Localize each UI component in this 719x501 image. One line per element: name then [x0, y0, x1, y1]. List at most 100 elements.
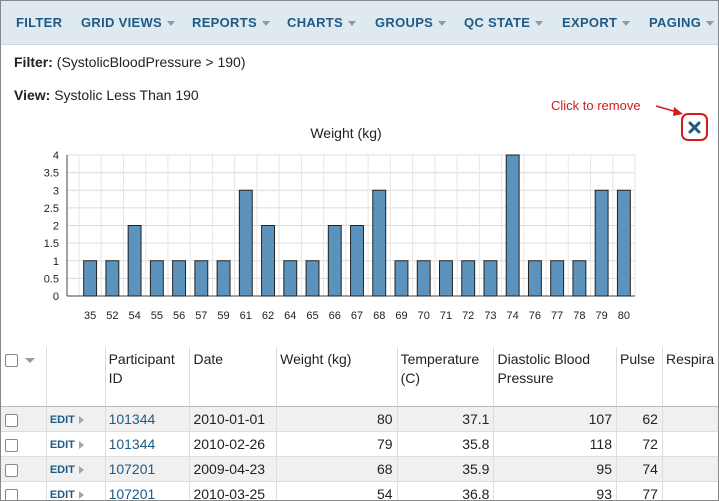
- date-cell: 2010-01-01: [189, 406, 278, 432]
- x-tick-label: 73: [484, 310, 496, 322]
- x-tick-label: 62: [262, 310, 274, 322]
- edit-link[interactable]: EDIT: [50, 439, 84, 451]
- column-header-weight[interactable]: Weight (kg): [276, 347, 398, 407]
- x-tick-label: 59: [217, 310, 229, 322]
- x-tick-label: 64: [284, 310, 296, 322]
- edit-label: EDIT: [49, 489, 75, 501]
- column-header-respiration[interactable]: Respira: [662, 347, 718, 407]
- bar-71: [439, 260, 453, 297]
- row-checkbox[interactable]: [5, 463, 18, 477]
- temperature-cell: 37.1: [397, 406, 495, 432]
- x-tick-label: 78: [573, 310, 585, 322]
- y-tick-label: 1.5: [44, 238, 59, 250]
- weight-cell: 80: [276, 406, 398, 432]
- y-tick-label: 4: [53, 150, 59, 162]
- x-tick-label: 70: [418, 310, 430, 322]
- respiration-cell: [662, 456, 718, 482]
- triangle-right-icon: [78, 416, 84, 425]
- column-header-pulse[interactable]: Pulse: [616, 347, 663, 407]
- edit-link[interactable]: EDIT: [49, 489, 84, 501]
- table-row: EDIT 107201 2010-03-25 54 36.8 93 77: [1, 481, 718, 501]
- weight-cell: 79: [276, 431, 398, 457]
- bar-73: [483, 260, 498, 297]
- temperature-cell: 35.9: [397, 456, 495, 482]
- column-header-participant-id[interactable]: Participant ID: [105, 347, 191, 407]
- table-row: EDIT 101344 2010-01-01 80 37.1 107 62: [1, 406, 718, 432]
- remove-chart-button[interactable]: [681, 113, 708, 141]
- diastolic-cell: 107: [493, 406, 617, 432]
- edit-label: EDIT: [49, 464, 75, 476]
- column-header-label: Weight (kg): [280, 351, 352, 367]
- temperature-cell: 36.8: [397, 481, 495, 500]
- bar-68: [372, 189, 387, 297]
- bar-67: [350, 225, 364, 297]
- respiration-cell: [662, 431, 718, 457]
- x-tick-label: 61: [240, 310, 252, 322]
- x-axis-ticks: 35 52 54 55 56 57 59 61 62 64 65 66 67 68 69 70 71 72 73 74…: [84, 310, 630, 322]
- bar-52: [105, 260, 120, 297]
- y-tick-label: 2: [53, 221, 59, 233]
- data-grid: Participant ID Date Weight (kg) Temperat…: [1, 347, 718, 501]
- column-header-label: Respira: [665, 351, 715, 367]
- participant-id-link[interactable]: 101344: [105, 431, 191, 457]
- select-all-checkbox[interactable]: [5, 353, 18, 367]
- bar-55: [149, 260, 164, 297]
- date-cell: 2009-04-23: [189, 456, 278, 482]
- x-tick-label: 74: [507, 310, 519, 322]
- column-header-diastolic[interactable]: Diastolic Blood Pressure: [493, 347, 617, 407]
- x-tick-label: 35: [84, 310, 96, 322]
- pulse-cell: 74: [616, 456, 663, 482]
- column-header-temperature[interactable]: Temperature (C): [397, 347, 495, 407]
- participant-id-link[interactable]: 107201: [105, 481, 191, 500]
- participant-id-link[interactable]: 101344: [105, 406, 191, 432]
- bar-70: [416, 260, 431, 297]
- weight-cell: 54: [276, 481, 398, 500]
- edit-link[interactable]: EDIT: [50, 464, 84, 476]
- chevron-down-icon: [706, 21, 715, 27]
- bar-79: [594, 189, 609, 297]
- row-checkbox[interactable]: [5, 413, 18, 427]
- bar-76: [527, 260, 542, 297]
- bar-78: [572, 260, 587, 297]
- y-tick-label: 3: [53, 185, 59, 197]
- y-tick-label: 1: [53, 256, 59, 268]
- edit-link[interactable]: EDIT: [50, 414, 84, 426]
- bar-77: [550, 260, 565, 297]
- row-select-cell: [1, 481, 47, 500]
- row-select-cell: [1, 406, 47, 432]
- x-tick-label: 76: [529, 310, 541, 322]
- pulse-cell: 77: [616, 481, 663, 500]
- diastolic-cell: 118: [493, 431, 617, 457]
- x-tick-label: 66: [329, 310, 341, 322]
- edit-label: EDIT: [49, 414, 75, 426]
- grid-panel: FILTER GRID VIEWS REPORTS CHARTS GROUPS …: [0, 0, 719, 501]
- bar-72: [461, 260, 476, 297]
- triangle-right-icon: [78, 466, 84, 475]
- bar-66: [327, 225, 342, 297]
- x-tick-label: 77: [551, 310, 563, 322]
- x-tick-label: 55: [151, 310, 163, 322]
- row-select-cell: [1, 431, 47, 457]
- column-header-label: Diastolic Blood Pressure: [497, 351, 591, 386]
- bar-54: [127, 225, 142, 297]
- row-edit-cell: EDIT: [46, 406, 106, 432]
- chevron-down-icon[interactable]: [25, 357, 35, 363]
- row-select-cell: [1, 456, 47, 482]
- close-icon: [688, 121, 701, 134]
- select-all-header: [1, 347, 47, 407]
- participant-id-link[interactable]: 107201: [105, 456, 191, 482]
- weight-bar-chart: Weight (kg) 0 0.5 1 1.5 2 2.5 3 3.5 4 35 52 54 55 56…: [44, 125, 636, 322]
- pulse-cell: 62: [616, 406, 663, 432]
- bar-80: [616, 189, 631, 297]
- triangle-right-icon: [78, 441, 84, 450]
- column-header-date[interactable]: Date: [189, 347, 278, 407]
- row-checkbox[interactable]: [5, 438, 18, 452]
- column-header-label: Temperature (C): [400, 351, 480, 386]
- respiration-cell: [662, 406, 718, 432]
- row-checkbox[interactable]: [5, 488, 18, 500]
- chart-title: Weight (kg): [310, 125, 381, 141]
- y-tick-label: 0.5: [44, 273, 59, 285]
- diastolic-cell: 95: [493, 456, 617, 482]
- bar-56: [172, 260, 187, 297]
- triangle-right-icon: [78, 491, 84, 500]
